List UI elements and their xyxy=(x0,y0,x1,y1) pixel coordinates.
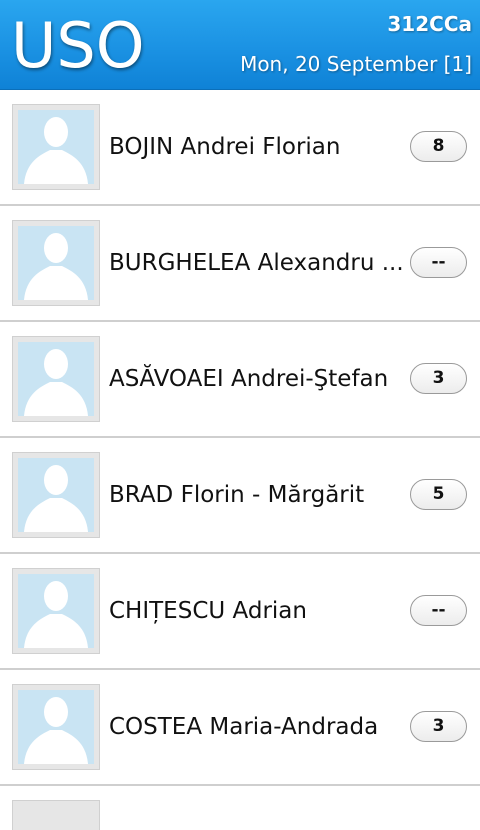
score-badge[interactable]: 3 xyxy=(410,363,467,394)
score-badge[interactable]: -- xyxy=(410,247,467,278)
student-name: BRAD Florin - Mărgărit xyxy=(109,482,365,508)
avatar xyxy=(12,452,100,538)
student-name: BURGHELEA Alexandru ... xyxy=(109,250,404,276)
student-row[interactable]: ASĂVOAEI Andrei-Ştefan 3 xyxy=(0,322,480,438)
avatar xyxy=(12,568,100,654)
avatar xyxy=(12,336,100,422)
student-row[interactable]: CHIȚESCU Adrian -- xyxy=(0,554,480,670)
person-icon xyxy=(18,574,94,648)
person-icon xyxy=(18,226,94,300)
score-badge[interactable]: 3 xyxy=(410,711,467,742)
score-badge[interactable]: 8 xyxy=(410,131,467,162)
person-icon xyxy=(18,342,94,416)
student-name: CHIȚESCU Adrian xyxy=(109,598,307,624)
score-badge[interactable]: -- xyxy=(410,595,467,626)
group-code: 312CCa xyxy=(387,12,472,36)
person-icon xyxy=(18,690,94,764)
avatar xyxy=(12,800,100,830)
person-icon xyxy=(18,110,94,184)
avatar xyxy=(12,220,100,306)
score-badge[interactable]: 5 xyxy=(410,479,467,510)
student-name: COSTEA Maria-Andrada xyxy=(109,714,379,740)
student-row-partial[interactable] xyxy=(0,786,480,830)
person-icon xyxy=(18,458,94,532)
student-name: BOJIN Andrei Florian xyxy=(109,134,341,160)
student-row[interactable]: COSTEA Maria-Andrada 3 xyxy=(0,670,480,786)
student-row[interactable]: BOJIN Andrei Florian 8 xyxy=(0,90,480,206)
session-date[interactable]: Mon, 20 September [1] xyxy=(240,52,472,76)
student-name: ASĂVOAEI Andrei-Ştefan xyxy=(109,366,389,392)
avatar xyxy=(12,104,100,190)
app-header: USO 312CCa Mon, 20 September [1] xyxy=(0,0,480,90)
avatar xyxy=(12,684,100,770)
student-row[interactable]: BRAD Florin - Mărgărit 5 xyxy=(0,438,480,554)
app-title: USO xyxy=(11,9,145,82)
student-row[interactable]: BURGHELEA Alexandru ... -- xyxy=(0,206,480,322)
student-list: BOJIN Andrei Florian 8 BURGHELEA Alexand… xyxy=(0,90,480,830)
